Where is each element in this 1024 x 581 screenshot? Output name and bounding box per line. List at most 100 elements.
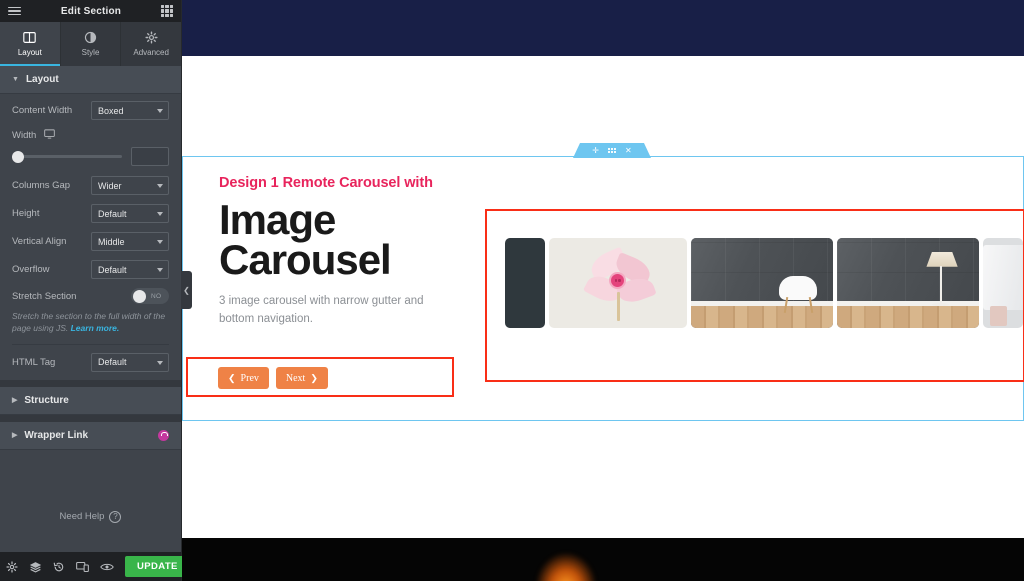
- width-slider-knob[interactable]: [12, 151, 24, 163]
- panel-spacer: Need Help ?: [0, 505, 181, 523]
- grid-apps-icon[interactable]: [161, 5, 173, 17]
- drag-dots-icon[interactable]: [608, 148, 616, 153]
- desktop-icon[interactable]: [44, 129, 55, 139]
- section-wrapper: ✛ ✕ Design 1 Remote Carousel with Image …: [182, 156, 1024, 421]
- control-content-width: Content Width Boxed: [12, 101, 169, 120]
- width-slider[interactable]: [12, 155, 122, 158]
- stretch-section-toggle[interactable]: NO: [131, 288, 169, 304]
- plus-icon[interactable]: ✛: [592, 147, 599, 155]
- section-header-layout-label: Layout: [26, 74, 59, 85]
- editor-panel: Edit Section Layout Style: [0, 0, 182, 581]
- section-header-wrapper-link-label: Wrapper Link: [24, 430, 88, 441]
- content-width-label: Content Width: [12, 105, 91, 116]
- vertical-align-value: Middle: [98, 237, 125, 247]
- height-label: Height: [12, 208, 91, 219]
- html-tag-label: HTML Tag: [12, 357, 91, 368]
- slide-partial-dark[interactable]: [505, 238, 545, 328]
- slide-partial-robe[interactable]: [983, 238, 1023, 328]
- wall: [837, 238, 979, 303]
- chevron-down-icon: ▼: [12, 76, 19, 83]
- section-header-layout[interactable]: ▼ Layout: [0, 66, 181, 94]
- headline-line-1: Image: [219, 200, 469, 240]
- tab-advanced-label: Advanced: [133, 48, 169, 57]
- chevron-down-icon: [157, 109, 163, 113]
- control-height: Height Default: [12, 204, 169, 223]
- tab-layout[interactable]: Layout: [0, 22, 61, 66]
- section-handle-toolbar: ✛ ✕: [573, 143, 651, 158]
- subcopy-text: 3 image carousel with narrow gutter and …: [219, 293, 434, 329]
- history-icon[interactable]: [53, 561, 65, 573]
- pinwheel-stick: [617, 292, 620, 321]
- room-background: [837, 238, 979, 328]
- update-button[interactable]: UPDATE: [125, 556, 190, 577]
- carousel-track[interactable]: [487, 211, 1023, 328]
- slide-pinwheel[interactable]: [549, 238, 687, 328]
- panel-collapse-handle[interactable]: ❮: [181, 271, 192, 309]
- responsive-icon[interactable]: [76, 561, 89, 573]
- stretch-section-state: NO: [151, 293, 161, 300]
- pro-lock-icon: [158, 430, 169, 441]
- panel-tabs: Layout Style: [0, 22, 181, 66]
- chevron-right-icon: ❯: [310, 373, 318, 384]
- overflow-value: Default: [98, 265, 127, 275]
- hamburger-icon[interactable]: [8, 7, 21, 16]
- chevron-left-icon: ❮: [228, 373, 236, 384]
- html-tag-value: Default: [98, 357, 127, 367]
- tab-advanced[interactable]: Advanced: [121, 22, 181, 66]
- prev-button[interactable]: ❮ Prev: [218, 367, 269, 389]
- wood-floor: [837, 306, 979, 329]
- section-header-structure[interactable]: ▶ Structure: [0, 387, 181, 415]
- chevron-right-icon: ▶: [12, 432, 17, 439]
- overflow-select[interactable]: Default: [91, 260, 169, 279]
- columns-gap-value: Wider: [98, 181, 122, 191]
- section-header-wrapper-link[interactable]: ▶ Wrapper Link: [0, 422, 181, 450]
- section-text-column: Design 1 Remote Carousel with Image Caro…: [219, 175, 469, 328]
- columns-gap-label: Columns Gap: [12, 180, 91, 191]
- control-columns-gap: Columns Gap Wider: [12, 176, 169, 195]
- next-button-label: Next: [286, 373, 305, 384]
- chevron-down-icon: [157, 212, 163, 216]
- divider: [12, 344, 169, 345]
- slide-chair[interactable]: [691, 238, 833, 328]
- content-width-value: Boxed: [98, 106, 124, 116]
- fire-glow: [536, 553, 596, 581]
- control-vertical-align: Vertical Align Middle: [12, 232, 169, 251]
- image-carousel-highlight: [485, 209, 1024, 382]
- close-x-icon[interactable]: ✕: [625, 147, 632, 155]
- preview-eye-icon[interactable]: [100, 562, 114, 572]
- elementor-editor-screen: Edit Section Layout Style: [0, 0, 1024, 581]
- chair-seat: [779, 276, 817, 300]
- vertical-align-label: Vertical Align: [12, 236, 91, 247]
- page-footer-dark: [182, 538, 1024, 581]
- carousel-nav-buttons: ❮ Prev Next ❯: [188, 359, 452, 389]
- chevron-down-icon: [157, 184, 163, 188]
- columns-gap-select[interactable]: Wider: [91, 176, 169, 195]
- control-width: Width: [12, 129, 169, 141]
- stretch-section-hint: Stretch the section to the full width of…: [12, 310, 169, 335]
- gear-icon: [145, 31, 158, 44]
- gear-icon[interactable]: [6, 561, 18, 573]
- room-background: [691, 238, 833, 328]
- html-tag-select[interactable]: Default: [91, 353, 169, 372]
- slide-lamp[interactable]: [837, 238, 979, 328]
- panel-footer: UPDATE: [0, 552, 181, 581]
- toggle-knob: [133, 290, 146, 303]
- layers-icon[interactable]: [29, 561, 42, 573]
- tab-layout-label: Layout: [18, 48, 42, 57]
- height-select[interactable]: Default: [91, 204, 169, 223]
- chevron-down-icon: [157, 268, 163, 272]
- remote-carousel-highlight: ❮ Prev Next ❯: [186, 357, 454, 397]
- panel-body: ▼ Layout Content Width Boxed Width: [0, 66, 181, 552]
- need-help[interactable]: Need Help ?: [0, 505, 181, 523]
- width-number-input[interactable]: [131, 147, 169, 166]
- robe-body: [983, 245, 1023, 310]
- next-button[interactable]: Next ❯: [276, 367, 328, 389]
- editor-section[interactable]: ✛ ✕ Design 1 Remote Carousel with Image …: [182, 156, 1024, 421]
- chevron-down-icon: [157, 240, 163, 244]
- content-width-select[interactable]: Boxed: [91, 101, 169, 120]
- page-canvas: ✛ ✕ Design 1 Remote Carousel with Image …: [182, 0, 1024, 581]
- page-title: Image Carousel: [219, 200, 469, 280]
- learn-more-link[interactable]: Learn more.: [71, 323, 120, 333]
- tab-style[interactable]: Style: [61, 22, 122, 66]
- vertical-align-select[interactable]: Middle: [91, 232, 169, 251]
